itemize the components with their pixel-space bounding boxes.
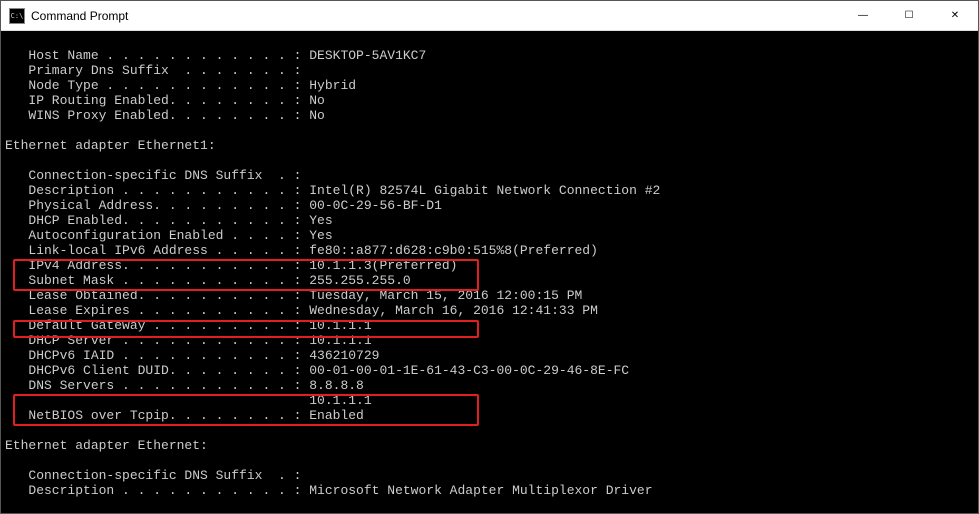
description2-value: Microsoft Network Adapter Multiplexor Dr…	[309, 483, 652, 498]
dhcp-server-label: DHCP Server . . . . . . . . . . . :	[5, 333, 309, 348]
terminal-output: Host Name . . . . . . . . . . . . : DESK…	[1, 31, 664, 513]
dns-server-2: 10.1.1.1	[309, 393, 371, 408]
dhcp-server-value: 10.1.1.1	[309, 333, 371, 348]
dhcpv6-duid-value: 00-01-00-01-1E-61-43-C3-00-0C-29-46-8E-F…	[309, 363, 629, 378]
wins-proxy-value: No	[309, 108, 325, 123]
host-name-label: Host Name . . . . . . . . . . . . :	[5, 48, 309, 63]
gateway-label: Default Gateway . . . . . . . . . :	[5, 318, 309, 333]
titlebar[interactable]: C:\ Command Prompt — ☐ ✕	[1, 1, 978, 31]
linklocal-value: fe80::a877:d628:c9b0:515%8(Preferred)	[309, 243, 598, 258]
dhcpv6-duid-label: DHCPv6 Client DUID. . . . . . . . :	[5, 363, 309, 378]
autoconf-label: Autoconfiguration Enabled . . . . :	[5, 228, 309, 243]
command-prompt-window: C:\ Command Prompt — ☐ ✕ Host Name . . .…	[0, 0, 979, 514]
physical-addr-value: 00-0C-29-56-BF-D1	[309, 198, 442, 213]
maximize-button[interactable]: ☐	[886, 1, 932, 30]
dhcp-enabled-label: DHCP Enabled. . . . . . . . . . . :	[5, 213, 309, 228]
ipv4-label: IPv4 Address. . . . . . . . . . . :	[5, 258, 309, 273]
subnet-label: Subnet Mask . . . . . . . . . . . :	[5, 273, 309, 288]
netbios-label: NetBIOS over Tcpip. . . . . . . . :	[5, 408, 309, 423]
ipv4-value: 10.1.1.3(Preferred)	[309, 258, 457, 273]
window-title: Command Prompt	[31, 9, 840, 23]
physical-addr-label: Physical Address. . . . . . . . . :	[5, 198, 309, 213]
subnet-value: 255.255.255.0	[309, 273, 410, 288]
autoconf-value: Yes	[309, 228, 332, 243]
ip-routing-label: IP Routing Enabled. . . . . . . . :	[5, 93, 309, 108]
netbios-value: Enabled	[309, 408, 364, 423]
dns-servers-label: DNS Servers . . . . . . . . . . . :	[5, 378, 309, 393]
dhcp-enabled-value: Yes	[309, 213, 332, 228]
lease-obtained-label: Lease Obtained. . . . . . . . . . :	[5, 288, 309, 303]
conn-suffix2-label: Connection-specific DNS Suffix . :	[5, 468, 301, 483]
gateway-value: 10.1.1.1	[309, 318, 371, 333]
node-type-value: Hybrid	[309, 78, 356, 93]
close-button[interactable]: ✕	[932, 1, 978, 30]
primary-dns-label: Primary Dns Suffix . . . . . . . :	[5, 63, 301, 78]
dns-indent	[5, 393, 309, 408]
description-label: Description . . . . . . . . . . . :	[5, 183, 309, 198]
window-controls: — ☐ ✕	[840, 1, 978, 30]
wins-proxy-label: WINS Proxy Enabled. . . . . . . . :	[5, 108, 309, 123]
lease-expires-value: Wednesday, March 16, 2016 12:41:33 PM	[309, 303, 598, 318]
description2-label: Description . . . . . . . . . . . :	[5, 483, 309, 498]
host-name-value: DESKTOP-5AV1KC7	[309, 48, 426, 63]
lease-obtained-value: Tuesday, March 15, 2016 12:00:15 PM	[309, 288, 582, 303]
adapter1-header: Ethernet adapter Ethernet1:	[5, 138, 216, 153]
description-value: Intel(R) 82574L Gigabit Network Connecti…	[309, 183, 660, 198]
minimize-button[interactable]: —	[840, 1, 886, 30]
terminal-area[interactable]: Host Name . . . . . . . . . . . . : DESK…	[1, 31, 978, 513]
dhcpv6-iaid-label: DHCPv6 IAID . . . . . . . . . . . :	[5, 348, 309, 363]
adapter2-header: Ethernet adapter Ethernet:	[5, 438, 208, 453]
ip-routing-value: No	[309, 93, 325, 108]
dhcpv6-iaid-value: 436210729	[309, 348, 379, 363]
linklocal-label: Link-local IPv6 Address . . . . . :	[5, 243, 309, 258]
cmd-icon: C:\	[9, 8, 25, 24]
node-type-label: Node Type . . . . . . . . . . . . :	[5, 78, 309, 93]
dns-server-1: 8.8.8.8	[309, 378, 364, 393]
lease-expires-label: Lease Expires . . . . . . . . . . :	[5, 303, 309, 318]
conn-suffix-label: Connection-specific DNS Suffix . :	[5, 168, 301, 183]
